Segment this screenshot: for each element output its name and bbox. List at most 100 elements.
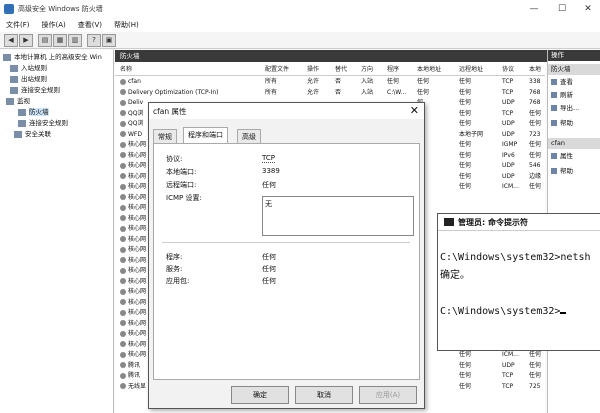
menu-view[interactable]: 查看(V) (72, 18, 108, 30)
table-cell: 任何 (529, 120, 542, 127)
column-header[interactable]: 方向 (361, 64, 373, 75)
tree-monitor-connection-rules[interactable]: 连接安全规则 (18, 118, 68, 128)
tree-security-associations[interactable]: 安全关联 (14, 129, 51, 139)
table-row[interactable]: cfan 所有 允许 否 入站 任何 任何 任何 TCP 338 (115, 77, 545, 87)
column-header[interactable]: 名称 (120, 64, 132, 75)
forward-icon[interactable]: ▶ (19, 34, 33, 47)
association-icon (14, 130, 22, 138)
table-cell: 核心网 (120, 161, 146, 171)
table-cell: 任何 (529, 183, 542, 190)
table-cell: 核心网 (120, 224, 146, 234)
table-cell: 本地子网 (459, 130, 484, 138)
cmd-prompt[interactable]: C:\Windows\system32> (440, 306, 567, 317)
table-cell: 核心网 (120, 277, 146, 287)
protocol-value[interactable]: TCP (262, 154, 275, 163)
column-header[interactable]: 操作 (307, 64, 319, 75)
maximize-button[interactable]: ☐ (548, 2, 576, 16)
action-help-cfan[interactable]: 帮助 (551, 166, 573, 177)
rule-status-icon (120, 309, 126, 316)
table-cell: TCP (502, 382, 514, 390)
table-cell: 任何 (459, 109, 472, 117)
menu-bar: 文件(F) 操作(A) 查看(V) 帮助(H) (0, 18, 600, 32)
monitor-icon (6, 97, 14, 105)
column-header[interactable]: 本地地址 (417, 64, 441, 75)
actions-section-cfan[interactable]: cfan (548, 138, 600, 149)
menu-help[interactable]: 帮助(H) (108, 18, 145, 30)
column-header[interactable]: 协议 (502, 64, 514, 75)
rule-status-icon (120, 330, 126, 337)
column-header[interactable]: 程序 (387, 64, 399, 75)
table-cell: 任何 (529, 151, 542, 159)
table-cell: 无线显 (120, 382, 146, 392)
rule-status-icon (120, 204, 126, 211)
action-view[interactable]: 查看 (551, 77, 573, 88)
table-cell: IGMP (502, 141, 518, 148)
rule-status-icon (120, 194, 126, 200)
table-cell: 任何 (459, 151, 472, 159)
table-cell: 546 (529, 162, 541, 169)
cursor (560, 312, 567, 314)
back-icon[interactable]: ◀ (4, 34, 18, 47)
tree-monitoring[interactable]: 监视 (6, 96, 30, 106)
console-tree: 本地计算机 上的高级安全 Win 入站规则 出站规则 连接安全规则 监视 防火墙… (0, 50, 114, 413)
tab-advanced[interactable]: 高级 (237, 129, 261, 144)
rule-status-icon (120, 89, 126, 95)
table-cell: 723 (529, 130, 541, 138)
table-cell: IPv6 (502, 151, 515, 159)
tree-root[interactable]: 本地计算机 上的高级安全 Win (3, 52, 102, 62)
rule-status-icon (120, 78, 126, 85)
column-header[interactable]: 远程地址 (459, 64, 483, 75)
table-cell: UDP (502, 162, 515, 169)
export-icon[interactable]: ▥ (68, 34, 82, 47)
table-cell: 核心网 (120, 256, 146, 266)
rule-status-icon (120, 246, 126, 253)
column-header[interactable]: 本地 (529, 64, 541, 75)
table-cell: 核心网 (120, 245, 146, 255)
tab-general[interactable]: 常规 (153, 129, 177, 144)
table-cell: 允许 (307, 88, 320, 96)
table-cell: 768 (529, 88, 541, 96)
table-cell: 核心网 (120, 182, 146, 192)
table-cell: 725 (529, 382, 541, 390)
table-row[interactable]: Delivery Optimization (TCP-In) 所有 允许 否 入站 C:\… (115, 88, 545, 98)
table-cell: 任何 (529, 109, 542, 117)
column-header[interactable]: 替代 (335, 64, 347, 75)
help-icon[interactable]: ? (87, 34, 101, 47)
menu-action[interactable]: 操作(A) (36, 18, 72, 30)
action-export[interactable]: 导出... (551, 103, 579, 114)
table-cell: 任何 (529, 351, 542, 358)
column-header[interactable]: 配置文件 (265, 64, 289, 75)
properties-dialog: cfan 属性 ✕ 常规 程序和端口 高级 协议: TCP 本地端口: 3389… (148, 102, 425, 409)
action-properties[interactable]: 属性 (551, 151, 573, 162)
separator (162, 242, 410, 243)
dialog-close-icon[interactable]: ✕ (410, 104, 419, 117)
program-value: 任何 (262, 253, 276, 261)
cancel-button[interactable]: 取消 (295, 386, 353, 404)
inbound-icon (10, 64, 18, 72)
tree-firewall[interactable]: 防火墙 (18, 107, 49, 117)
menu-file[interactable]: 文件(F) (0, 18, 36, 30)
actions-section-firewall[interactable]: 防火墙 (548, 64, 600, 75)
tree-connection-security-rules[interactable]: 连接安全规则 (10, 85, 60, 95)
table-cell: TCP (502, 109, 514, 117)
rule-status-icon (120, 120, 126, 127)
console-tree-icon[interactable]: ▤ (38, 34, 52, 47)
table-cell: Deliv (120, 98, 143, 108)
table-cell: 任何 (417, 88, 430, 96)
table-cell: cfan (120, 77, 141, 87)
close-button[interactable]: ✕ (574, 2, 600, 16)
action-help[interactable]: 帮助 (551, 118, 573, 129)
tree-inbound-rules[interactable]: 入站规则 (10, 63, 47, 73)
action-pane-icon[interactable]: ▣ (102, 34, 116, 47)
action-refresh[interactable]: 刷新 (551, 90, 573, 101)
table-cell: UDP (502, 130, 515, 138)
icmp-settings-box[interactable]: 无 (262, 196, 414, 236)
apply-button[interactable]: 应用(A) (359, 386, 417, 404)
view-icon[interactable]: ▦ (53, 34, 67, 47)
tree-outbound-rules[interactable]: 出站规则 (10, 74, 47, 84)
computer-icon (3, 53, 11, 61)
tab-programs-ports[interactable]: 程序和端口 (183, 127, 228, 144)
minimize-button[interactable]: — (520, 2, 548, 16)
rule-status-icon (120, 99, 126, 106)
ok-button[interactable]: 确定 (231, 386, 289, 404)
